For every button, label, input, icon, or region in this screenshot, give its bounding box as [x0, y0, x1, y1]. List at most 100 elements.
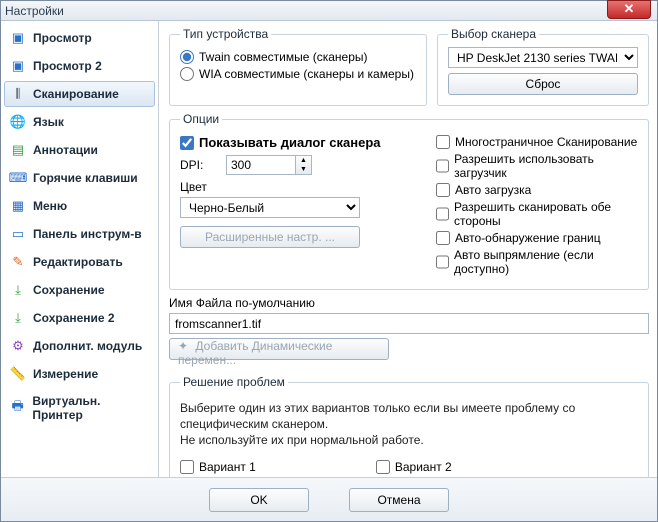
multipage-checkbox[interactable] — [436, 135, 450, 149]
scanner-icon: 𝄃 — [10, 86, 26, 102]
add-dynamic-vars-button[interactable]: ✦ Добавить Динамические перемен... — [169, 338, 389, 360]
sidebar-item-language[interactable]: 🌐 Язык — [4, 109, 155, 135]
close-button[interactable]: ✕ — [607, 0, 651, 19]
variant2-checkbox[interactable] — [376, 460, 390, 474]
sidebar-item-label: Виртуальн. Принтер — [32, 394, 149, 422]
sidebar-item-save2[interactable]: ⤓ Сохранение 2 — [4, 305, 155, 331]
arrow-down-icon[interactable]: ▼ — [296, 165, 311, 174]
scanner-select[interactable]: HP DeskJet 2130 series TWAIN — [448, 47, 638, 68]
radio-twain-label: Twain совместимые (сканеры) — [199, 50, 368, 64]
autoborder-checkbox[interactable] — [436, 231, 450, 245]
monitor-icon: ▣ — [10, 58, 26, 74]
dpi-spinner[interactable]: ▲▼ — [226, 155, 312, 175]
dpi-arrows[interactable]: ▲▼ — [296, 155, 312, 175]
keyboard-icon: ⌨ — [10, 170, 26, 186]
variant1-label: Вариант 1 — [199, 460, 256, 474]
sidebar-item-plugin[interactable]: ⚙ Дополнит. модуль — [4, 333, 155, 359]
settings-window: Настройки ✕ ▣ Просмотр ▣ Просмотр 2 𝄃 Ск… — [0, 0, 658, 522]
allow-loader-checkbox[interactable] — [436, 159, 449, 173]
cancel-button[interactable]: Отмена — [349, 488, 449, 512]
reset-button[interactable]: Сброс — [448, 73, 638, 95]
scanner-select-group: Выбор сканера HP DeskJet 2130 series TWA… — [437, 27, 649, 106]
scanboth-checkbox[interactable] — [436, 207, 449, 221]
content-pane: Тип устройства Twain совместимые (сканер… — [159, 21, 657, 477]
sidebar-item-label: Аннотации — [33, 143, 98, 157]
color-select[interactable]: Черно-Белый — [180, 197, 360, 218]
scanboth-row[interactable]: Разрешить сканировать обе стороны — [436, 200, 638, 228]
ok-button[interactable]: OK — [209, 488, 309, 512]
autodeskew-checkbox[interactable] — [436, 255, 449, 269]
sidebar-item-menu[interactable]: ▦ Меню — [4, 193, 155, 219]
variant1-row[interactable]: Вариант 1 — [180, 460, 256, 474]
titlebar: Настройки ✕ — [1, 1, 657, 21]
globe-icon: 🌐 — [10, 114, 26, 130]
sidebar-item-preview2[interactable]: ▣ Просмотр 2 — [4, 53, 155, 79]
note-icon: ▤ — [10, 142, 26, 158]
printer-icon: 🖶 — [10, 400, 25, 416]
save-icon: ⤓ — [10, 310, 26, 326]
show-dialog-checkbox[interactable] — [180, 136, 194, 150]
add-dynamic-vars-label: Добавить Динамические перемен... — [178, 339, 332, 367]
radio-twain[interactable] — [180, 50, 194, 64]
sidebar-item-label: Горячие клавиши — [33, 171, 138, 185]
autodeskew-label: Авто выпрямление (если доступно) — [454, 248, 638, 276]
arrow-up-icon[interactable]: ▲ — [296, 156, 311, 165]
wand-icon: ✦ — [178, 339, 188, 353]
dpi-row: DPI: ▲▼ — [180, 155, 420, 175]
scanboth-label: Разрешить сканировать обе стороны — [454, 200, 638, 228]
options-legend: Опции — [180, 112, 222, 126]
monitor-icon: ▣ — [10, 30, 26, 46]
multipage-label: Многостраничное Сканирование — [455, 135, 637, 149]
autoborder-label: Авто-обнаружение границ — [455, 231, 601, 245]
device-type-legend: Тип устройства — [180, 27, 271, 41]
ruler-icon: 📏 — [10, 366, 26, 382]
sidebar-item-label: Меню — [33, 199, 67, 213]
sidebar-item-label: Дополнит. модуль — [33, 339, 142, 353]
dpi-input[interactable] — [226, 155, 296, 175]
allow-loader-row[interactable]: Разрешить использовать загрузчик — [436, 152, 638, 180]
toolbar-icon: ▭ — [10, 226, 26, 242]
sidebar-item-scanning[interactable]: 𝄃 Сканирование — [4, 81, 155, 107]
options-group: Опции Показывать диалог сканера DPI: ▲▼ — [169, 112, 649, 290]
sidebar-item-vprinter[interactable]: 🖶 Виртуальн. Принтер — [4, 389, 155, 427]
radio-wia-label: WIA совместимые (сканеры и камеры) — [199, 67, 414, 81]
troubleshoot-group: Решение проблем Выберите один из этих ва… — [169, 375, 649, 477]
sidebar-item-label: Сохранение — [33, 283, 105, 297]
window-title: Настройки — [5, 4, 64, 18]
autoload-row[interactable]: Авто загрузка — [436, 183, 638, 197]
radio-wia-row[interactable]: WIA совместимые (сканеры и камеры) — [180, 67, 416, 81]
autoload-checkbox[interactable] — [436, 183, 450, 197]
autoborder-row[interactable]: Авто-обнаружение границ — [436, 231, 638, 245]
sidebar-item-preview[interactable]: ▣ Просмотр — [4, 25, 155, 51]
variant1-checkbox[interactable] — [180, 460, 194, 474]
options-right: Многостраничное Сканирование Разрешить и… — [430, 132, 638, 279]
sidebar-item-label: Сканирование — [33, 87, 119, 101]
footer: OK Отмена — [1, 477, 657, 521]
save-icon: ⤓ — [10, 282, 26, 298]
multipage-row[interactable]: Многостраничное Сканирование — [436, 135, 638, 149]
sidebar-item-hotkeys[interactable]: ⌨ Горячие клавиши — [4, 165, 155, 191]
autoload-label: Авто загрузка — [455, 183, 531, 197]
variant2-label: Вариант 2 — [395, 460, 452, 474]
sidebar-item-toolbar[interactable]: ▭ Панель инструм-в — [4, 221, 155, 247]
options-left: Показывать диалог сканера DPI: ▲▼ Цвет Ч… — [180, 132, 420, 279]
sidebar-item-label: Просмотр — [33, 31, 92, 45]
filename-input[interactable] — [169, 313, 649, 334]
sidebar-item-label: Язык — [33, 115, 64, 129]
autodeskew-row[interactable]: Авто выпрямление (если доступно) — [436, 248, 638, 276]
variant2-row[interactable]: Вариант 2 — [376, 460, 452, 474]
advanced-settings-button[interactable]: Расширенные настр. ... — [180, 226, 360, 248]
troubleshoot-legend: Решение проблем — [180, 375, 288, 389]
allow-loader-label: Разрешить использовать загрузчик — [454, 152, 638, 180]
show-dialog-row[interactable]: Показывать диалог сканера — [180, 135, 420, 150]
sidebar-item-label: Панель инструм-в — [33, 227, 142, 241]
troubleshoot-help: Выберите один из этих вариантов только е… — [180, 400, 638, 449]
sidebar-item-annotations[interactable]: ▤ Аннотации — [4, 137, 155, 163]
sidebar-item-edit[interactable]: ✎ Редактировать — [4, 249, 155, 275]
filename-label: Имя Файла по-умолчанию — [169, 296, 649, 310]
edit-icon: ✎ — [10, 254, 26, 270]
sidebar-item-save[interactable]: ⤓ Сохранение — [4, 277, 155, 303]
radio-wia[interactable] — [180, 67, 194, 81]
radio-twain-row[interactable]: Twain совместимые (сканеры) — [180, 50, 416, 64]
sidebar-item-measure[interactable]: 📏 Измерение — [4, 361, 155, 387]
